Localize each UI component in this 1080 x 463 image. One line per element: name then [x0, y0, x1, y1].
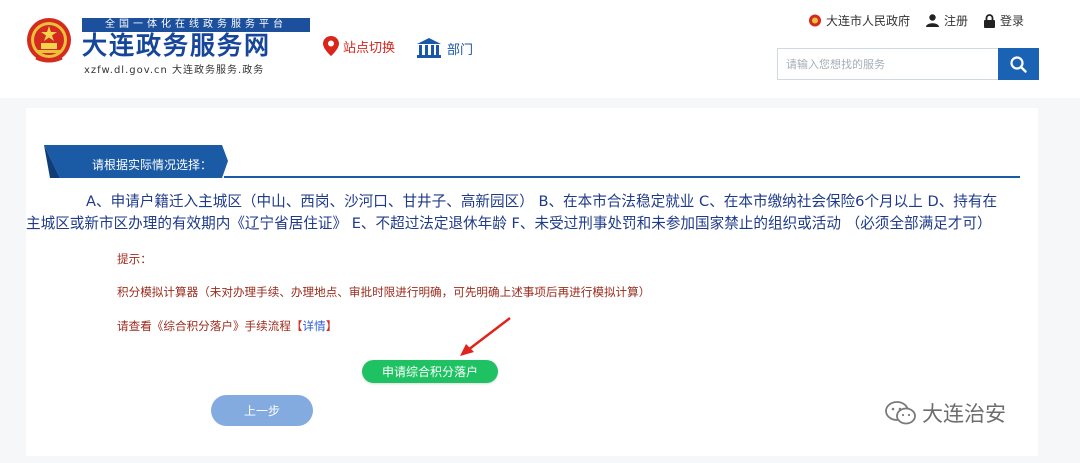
hint-label: 提示：	[117, 252, 152, 266]
site-url: xzfw.dl.gov.cn 大连政务服务.政务	[84, 65, 265, 76]
search-button[interactable]	[998, 48, 1039, 80]
bracket-open: 【	[290, 319, 303, 333]
login-link[interactable]: 登录	[983, 12, 1024, 29]
gov-link[interactable]: 大连市人民政府	[808, 12, 910, 29]
government-building-icon	[417, 38, 441, 58]
wechat-icon	[885, 401, 916, 425]
detail-link[interactable]: 详情	[303, 319, 326, 333]
department-label: 部门	[447, 42, 474, 58]
station-switch-label: 站点切换	[343, 40, 396, 56]
department-link[interactable]: 部门	[417, 38, 473, 58]
hint-calculator: 积分模拟计算器（未对办理手续、办理地点、审批时限进行明确，可先明确上述事项后再进…	[117, 285, 651, 299]
red-arrow-icon	[460, 317, 511, 356]
search-icon	[1010, 55, 1027, 73]
search-input[interactable]	[777, 48, 1007, 80]
site-header: 全国一体化在线政务服务平台 大连政务服务网 xzfw.dl.gov.cn 大连政…	[0, 0, 1080, 98]
hint-process: 请查看《综合积分落户》手续流程【详情】	[117, 318, 337, 334]
emblem-small-icon	[808, 14, 821, 27]
register-link[interactable]: 注册	[925, 12, 968, 29]
station-switch-link[interactable]: 站点切换	[323, 36, 395, 56]
user-icon	[925, 14, 939, 27]
top-links: 大连市人民政府 注册 登录	[808, 12, 1024, 29]
section-divider	[224, 176, 1020, 178]
lock-icon	[983, 13, 995, 28]
apply-points-settlement-button[interactable]: 申请综合积分落户	[362, 360, 498, 383]
section-title: 请根据实际情况选择：	[92, 158, 213, 172]
conditions-line-2: 主城区或新市区办理的有效期内《辽宁省居住证》 E、不超过法定退休年龄 F、未受过…	[26, 215, 992, 232]
gov-link-label: 大连市人民政府	[825, 14, 910, 28]
conditions-line-1: A、申请户籍迁入主城区（中山、西岗、沙河口、甘井子、高新园区） B、在本市合法稳…	[86, 193, 998, 210]
conditions-text: A、申请户籍迁入主城区（中山、西岗、沙河口、甘井子、高新园区） B、在本市合法稳…	[26, 191, 1038, 235]
hint-process-text: 请查看《综合积分落户》手续流程	[117, 319, 291, 333]
platform-ribbon: 全国一体化在线政务服务平台	[82, 18, 310, 32]
bracket-close: 】	[325, 319, 338, 333]
search-bar	[777, 48, 1039, 80]
site-title[interactable]: 大连政务服务网	[82, 31, 271, 61]
previous-step-button[interactable]: 上一步	[211, 395, 313, 426]
watermark: 大连治安	[884, 398, 1006, 428]
register-label: 注册	[943, 14, 968, 28]
national-emblem-icon	[27, 18, 71, 63]
login-label: 登录	[999, 14, 1024, 28]
watermark-text: 大连治安	[922, 402, 1006, 426]
location-pin-icon	[323, 36, 339, 56]
